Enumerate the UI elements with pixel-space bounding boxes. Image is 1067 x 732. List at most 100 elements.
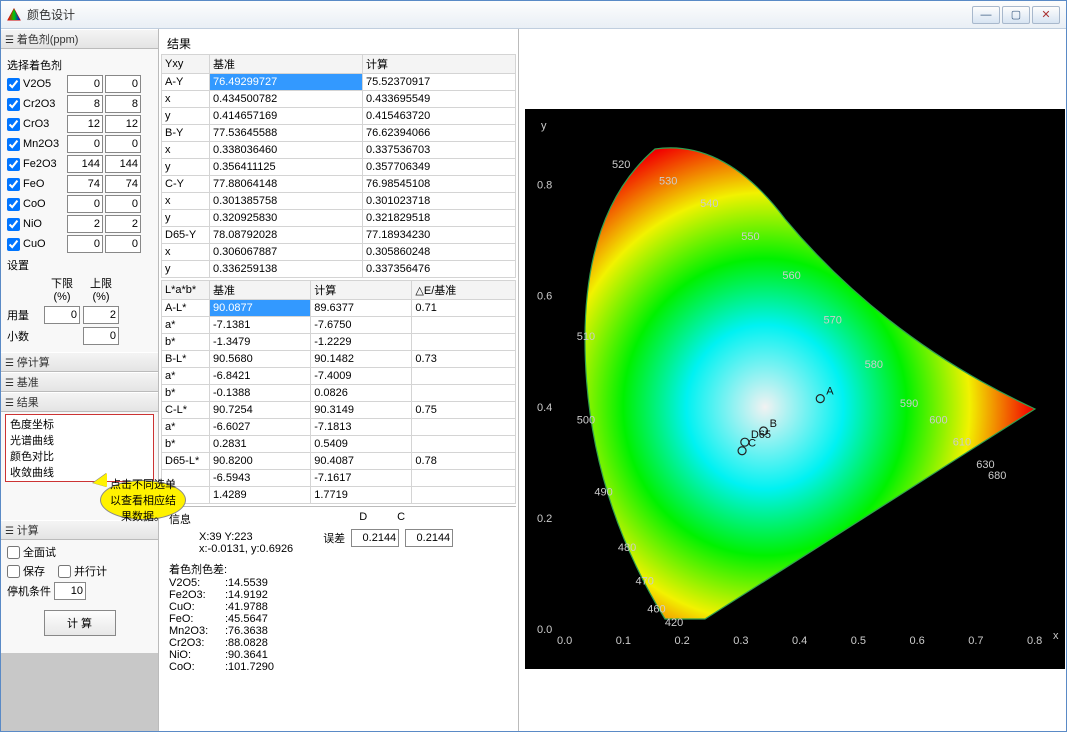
table-row[interactable]: x0.3060678870.305860248: [162, 244, 516, 261]
svg-text:510: 510: [577, 331, 595, 343]
table-row[interactable]: -6.5943-7.1617: [162, 470, 516, 487]
svg-text:470: 470: [636, 576, 654, 588]
table-row[interactable]: x0.3013857580.301023718: [162, 193, 516, 210]
results-title: 结果: [161, 33, 516, 54]
colorant-val1-input[interactable]: [67, 175, 103, 193]
colorant-val2-input[interactable]: [105, 195, 141, 213]
colorant-name: Cr2O3: [23, 98, 65, 110]
svg-text:420: 420: [665, 617, 683, 629]
table-row[interactable]: y0.3362591380.337356476: [162, 261, 516, 278]
colorant-val2-input[interactable]: [105, 175, 141, 193]
colorant-checkbox[interactable]: [7, 198, 20, 211]
table-row[interactable]: y0.3209258300.321829518: [162, 210, 516, 227]
colorant-val2-input[interactable]: [105, 115, 141, 133]
stop-cond-input[interactable]: [54, 582, 86, 600]
decimal-input[interactable]: [83, 327, 119, 345]
svg-text:0.8: 0.8: [1027, 635, 1042, 647]
error-d-input[interactable]: [351, 529, 399, 547]
info-line-1: X:39 Y:223: [199, 531, 293, 543]
calculate-button[interactable]: 计 算: [44, 610, 116, 636]
svg-text:610: 610: [953, 437, 971, 449]
parallel-label: 并行计: [74, 563, 107, 579]
result-option[interactable]: 色度坐标: [8, 416, 151, 432]
colorant-val2-input[interactable]: [105, 95, 141, 113]
table-row[interactable]: y0.4146571690.415463720: [162, 108, 516, 125]
colorant-checkbox[interactable]: [7, 138, 20, 151]
colorant-checkbox[interactable]: [7, 158, 20, 171]
decimal-label: 小数: [7, 328, 41, 344]
result-panel-header[interactable]: ☰ 结果: [1, 392, 158, 412]
result-option[interactable]: 光谱曲线: [8, 432, 151, 448]
colorants-panel-header[interactable]: ☰ 着色剂(ppm): [1, 29, 158, 49]
table-row[interactable]: D65-Y78.0879202877.18934230: [162, 227, 516, 244]
close-button[interactable]: ✕: [1032, 6, 1060, 24]
diff-row: Mn2O3::76.3638: [169, 625, 508, 637]
table-row[interactable]: 1.42891.7719: [162, 487, 516, 504]
colorant-val1-input[interactable]: [67, 195, 103, 213]
colorant-val1-input[interactable]: [67, 235, 103, 253]
colorant-val2-input[interactable]: [105, 135, 141, 153]
table-row[interactable]: a*-6.6027-7.1813: [162, 419, 516, 436]
table-row[interactable]: a*-7.1381-7.6750: [162, 317, 516, 334]
colorant-val2-input[interactable]: [105, 235, 141, 253]
colorant-val1-input[interactable]: [67, 215, 103, 233]
svg-text:680: 680: [988, 470, 1006, 482]
colorant-checkbox[interactable]: [7, 98, 20, 111]
table-row[interactable]: b*-0.13880.0826: [162, 385, 516, 402]
colorant-name: FeO: [23, 178, 65, 190]
table-row[interactable]: C-L*90.725490.31490.75: [162, 402, 516, 419]
table-row[interactable]: A-Y76.4929972775.52370917: [162, 74, 516, 91]
colorant-val1-input[interactable]: [67, 155, 103, 173]
usage-up-input[interactable]: [83, 306, 119, 324]
colorant-val2-input[interactable]: [105, 215, 141, 233]
table-row[interactable]: a*-6.8421-7.4009: [162, 368, 516, 385]
diff-row: Cr2O3::88.0828: [169, 637, 508, 649]
colorant-name: CoO: [23, 198, 65, 210]
error-c-input[interactable]: [405, 529, 453, 547]
left-panel: ☰ 着色剂(ppm) 选择着色剂 V2O5 Cr2O3 CrO3 Mn2O3: [1, 29, 159, 731]
colorant-checkbox[interactable]: [7, 118, 20, 131]
stop-cond-label: 停机条件: [7, 583, 51, 599]
colorant-val1-input[interactable]: [67, 95, 103, 113]
save-checkbox[interactable]: [7, 565, 20, 578]
table-row[interactable]: b*-1.3479-1.2229: [162, 334, 516, 351]
svg-text:570: 570: [824, 314, 842, 326]
colorant-checkbox[interactable]: [7, 218, 20, 231]
colorant-val1-input[interactable]: [67, 115, 103, 133]
svg-text:0.6: 0.6: [910, 635, 925, 647]
maximize-button[interactable]: ▢: [1002, 6, 1030, 24]
settings-label: 设置: [7, 257, 152, 273]
colorant-row: FeO: [7, 175, 152, 193]
colorant-row: Mn2O3: [7, 135, 152, 153]
diff-row: CoO::101.7290: [169, 661, 508, 673]
base-panel-header[interactable]: ☰ 基准: [1, 372, 158, 392]
table-row[interactable]: C-Y77.8806414876.98545108: [162, 176, 516, 193]
table-row[interactable]: b*0.28310.5409: [162, 436, 516, 453]
colorant-val2-input[interactable]: [105, 155, 141, 173]
stop-calc-header[interactable]: ☰ 停计算: [1, 352, 158, 372]
table-row[interactable]: B-Y77.5364558876.62394066: [162, 125, 516, 142]
diff-row: CuO::41.9788: [169, 601, 508, 613]
table-row[interactable]: B-L*90.568090.14820.73: [162, 351, 516, 368]
colorant-val1-input[interactable]: [67, 75, 103, 93]
full-test-checkbox[interactable]: [7, 546, 20, 559]
svg-text:0.0: 0.0: [557, 635, 572, 647]
colorant-val2-input[interactable]: [105, 75, 141, 93]
preview-strip: [1, 653, 158, 731]
window-title: 颜色设计: [27, 6, 972, 23]
parallel-checkbox[interactable]: [58, 565, 71, 578]
table-row[interactable]: x0.4345007820.433695549: [162, 91, 516, 108]
table-row[interactable]: x0.3380364600.337536703: [162, 142, 516, 159]
table-row[interactable]: D65-L*90.820090.40870.78: [162, 453, 516, 470]
minimize-button[interactable]: —: [972, 6, 1000, 24]
colorant-checkbox[interactable]: [7, 178, 20, 191]
colorant-checkbox[interactable]: [7, 238, 20, 251]
colorant-checkbox[interactable]: [7, 78, 20, 91]
usage-low-input[interactable]: [44, 306, 80, 324]
table-row[interactable]: A-L*90.087789.63770.71: [162, 300, 516, 317]
colorant-row: CoO: [7, 195, 152, 213]
colorant-val1-input[interactable]: [67, 135, 103, 153]
table-row[interactable]: y0.3564111250.357706349: [162, 159, 516, 176]
result-option[interactable]: 颜色对比: [8, 448, 151, 464]
d-label: D: [359, 511, 367, 523]
